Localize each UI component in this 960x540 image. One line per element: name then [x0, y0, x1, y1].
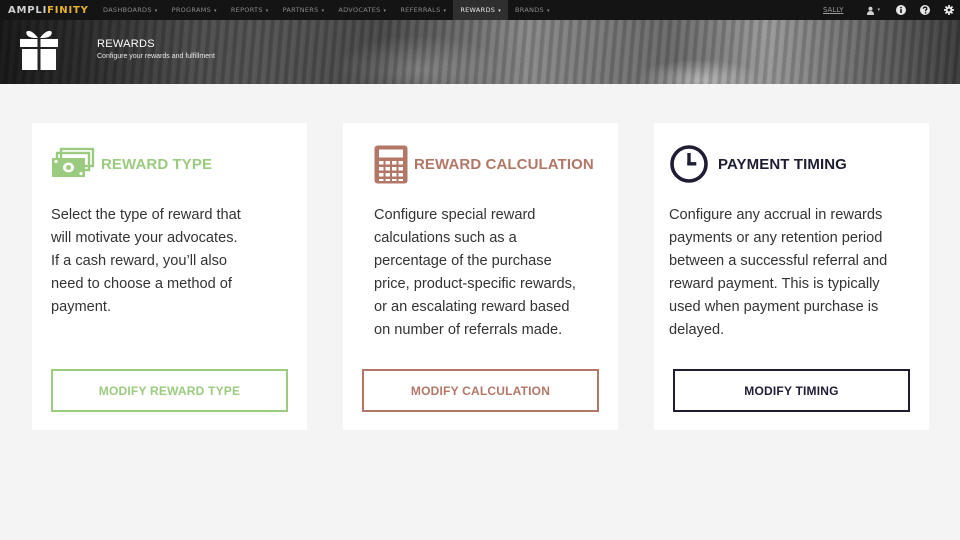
page-header-banner: REWARDS Configure your rewards and fulfi…	[0, 20, 960, 84]
modify-calculation-button[interactable]: MODIFY CALCULATION	[362, 369, 599, 412]
card-reward-calculation: REWARD CALCULATION Configure special rew…	[343, 123, 618, 430]
card-header: REWARD TYPE	[51, 147, 212, 181]
card-description: Select the type of reward that will moti…	[51, 207, 241, 315]
chevron-down-icon: ▾	[443, 8, 447, 14]
card-title: REWARD CALCULATION	[414, 155, 594, 173]
calculator-icon	[374, 145, 408, 183]
nav-item-referrals[interactable]: REFERRALS ▾	[393, 0, 453, 20]
card-reward-type: REWARD TYPE Select the type of reward th…	[32, 123, 307, 430]
nav-item-rewards[interactable]: REWARDS ▾	[453, 0, 509, 20]
card-header: REWARD CALCULATION	[374, 145, 594, 183]
nav-item-label: DASHBOARDS	[103, 6, 152, 14]
chevron-down-icon: ▾	[383, 8, 387, 14]
chevron-down-icon: ▾	[214, 8, 217, 14]
nav-item-label: PARTNERS	[282, 6, 319, 14]
user-menu[interactable]: ▾	[866, 6, 880, 15]
page-subtitle: Configure your rewards and fulfillment	[97, 53, 215, 60]
nav-item-advocates[interactable]: ADVOCATES ▾	[331, 0, 393, 20]
modify-timing-button[interactable]: MODIFY TIMING	[673, 369, 910, 412]
card-payment-timing: PAYMENT TIMING Configure any accrual in …	[654, 123, 929, 430]
chevron-down-icon: ▾	[546, 8, 550, 14]
card-title: PAYMENT TIMING	[718, 155, 847, 173]
gear-icon	[944, 5, 954, 15]
user-tools: SALLY ▾	[823, 0, 954, 20]
user-icon	[867, 6, 875, 15]
nav-item-label: REFERRALS	[400, 6, 441, 14]
nav-item-reports[interactable]: REPORTS ▾	[224, 0, 276, 20]
nav-item-label: BRANDS	[515, 6, 544, 14]
help-icon	[920, 5, 930, 15]
app-logo[interactable]: AMPLIFINITY	[0, 5, 96, 16]
cash-icon	[52, 147, 95, 177]
chevron-down-icon: ▾	[498, 8, 502, 14]
main-nav: DASHBOARDS ▾ PROGRAMS ▾ REPORTS ▾ PARTNERS ▾…	[96, 0, 557, 20]
nav-item-programs[interactable]: PROGRAMS ▾	[165, 0, 224, 20]
card-header: PAYMENT TIMING	[669, 145, 847, 183]
card-description: Configure any accrual in rewards payment…	[669, 207, 888, 338]
nav-item-brands[interactable]: BRANDS ▾	[508, 0, 557, 20]
info-button[interactable]	[896, 5, 906, 15]
info-icon	[896, 5, 906, 15]
card-title: REWARD TYPE	[101, 155, 213, 173]
chevron-down-icon: ▾	[877, 7, 880, 13]
chevron-down-icon: ▾	[265, 8, 269, 14]
modify-reward-type-button[interactable]: MODIFY REWARD TYPE	[51, 369, 288, 412]
chevron-down-icon: ▾	[321, 8, 325, 14]
nav-item-label: ADVOCATES	[338, 6, 381, 14]
gift-icon	[20, 30, 58, 70]
nav-item-partners[interactable]: PARTNERS ▾	[276, 0, 332, 20]
help-button[interactable]	[920, 5, 930, 15]
logo-text-finity: FINITY	[47, 4, 89, 16]
top-navigation-bar: AMPLIFINITY DASHBOARDS ▾ PROGRAMS ▾ REPORT…	[0, 0, 960, 20]
logo-text-ampli: AMPLI	[8, 4, 48, 16]
page-title: REWARDS	[97, 38, 155, 50]
nav-item-label: REWARDS	[460, 6, 496, 14]
nav-item-label: REPORTS	[230, 6, 263, 14]
nav-item-dashboards[interactable]: DASHBOARDS ▾	[96, 0, 165, 20]
settings-button[interactable]	[944, 5, 954, 15]
user-name-link[interactable]: SALLY	[823, 6, 844, 14]
card-description: Configure special reward calculations su…	[374, 207, 576, 338]
nav-item-label: PROGRAMS	[171, 6, 212, 14]
clock-icon	[670, 145, 708, 183]
chevron-down-icon: ▾	[154, 8, 158, 14]
